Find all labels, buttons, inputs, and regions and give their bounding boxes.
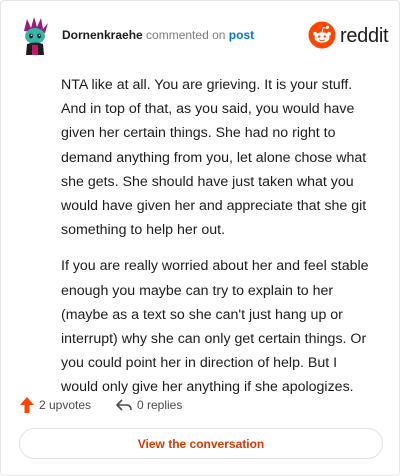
comment-paragraph: NTA like at all. You are grieving. It is… bbox=[61, 77, 367, 239]
action-text: commented on bbox=[146, 28, 226, 42]
upvotes-label: 2 upvotes bbox=[39, 398, 92, 412]
upvote-count[interactable]: 2 upvotes bbox=[19, 395, 91, 415]
comment-byline: Dornenkraehe commented on post bbox=[62, 27, 254, 43]
comment-body: NTA like at all. You are grieving. It is… bbox=[61, 73, 377, 412]
reddit-logo-icon bbox=[308, 21, 336, 49]
replies-label: 0 replies bbox=[137, 398, 183, 412]
comment-header: Dornenkraehe commented on post reddit bbox=[21, 15, 389, 55]
author-name[interactable]: Dornenkraehe bbox=[62, 28, 143, 42]
reply-arrow-icon bbox=[116, 399, 132, 411]
post-link[interactable]: post bbox=[229, 28, 254, 42]
snoo-avatar-icon bbox=[24, 17, 48, 55]
comment-paragraph: If you are really worried about her and … bbox=[61, 258, 369, 396]
reddit-wordmark: reddit bbox=[340, 25, 389, 47]
comment-card: Dornenkraehe commented on post reddit NT… bbox=[0, 0, 400, 476]
reply-count[interactable]: 0 replies bbox=[115, 395, 182, 415]
view-conversation-button[interactable]: View the conversation bbox=[19, 428, 383, 459]
comment-footer: 2 upvotes 0 replies bbox=[19, 395, 359, 415]
user-avatar[interactable] bbox=[21, 15, 49, 55]
reddit-brand[interactable]: reddit bbox=[308, 21, 389, 49]
upvote-arrow-icon bbox=[20, 397, 34, 413]
